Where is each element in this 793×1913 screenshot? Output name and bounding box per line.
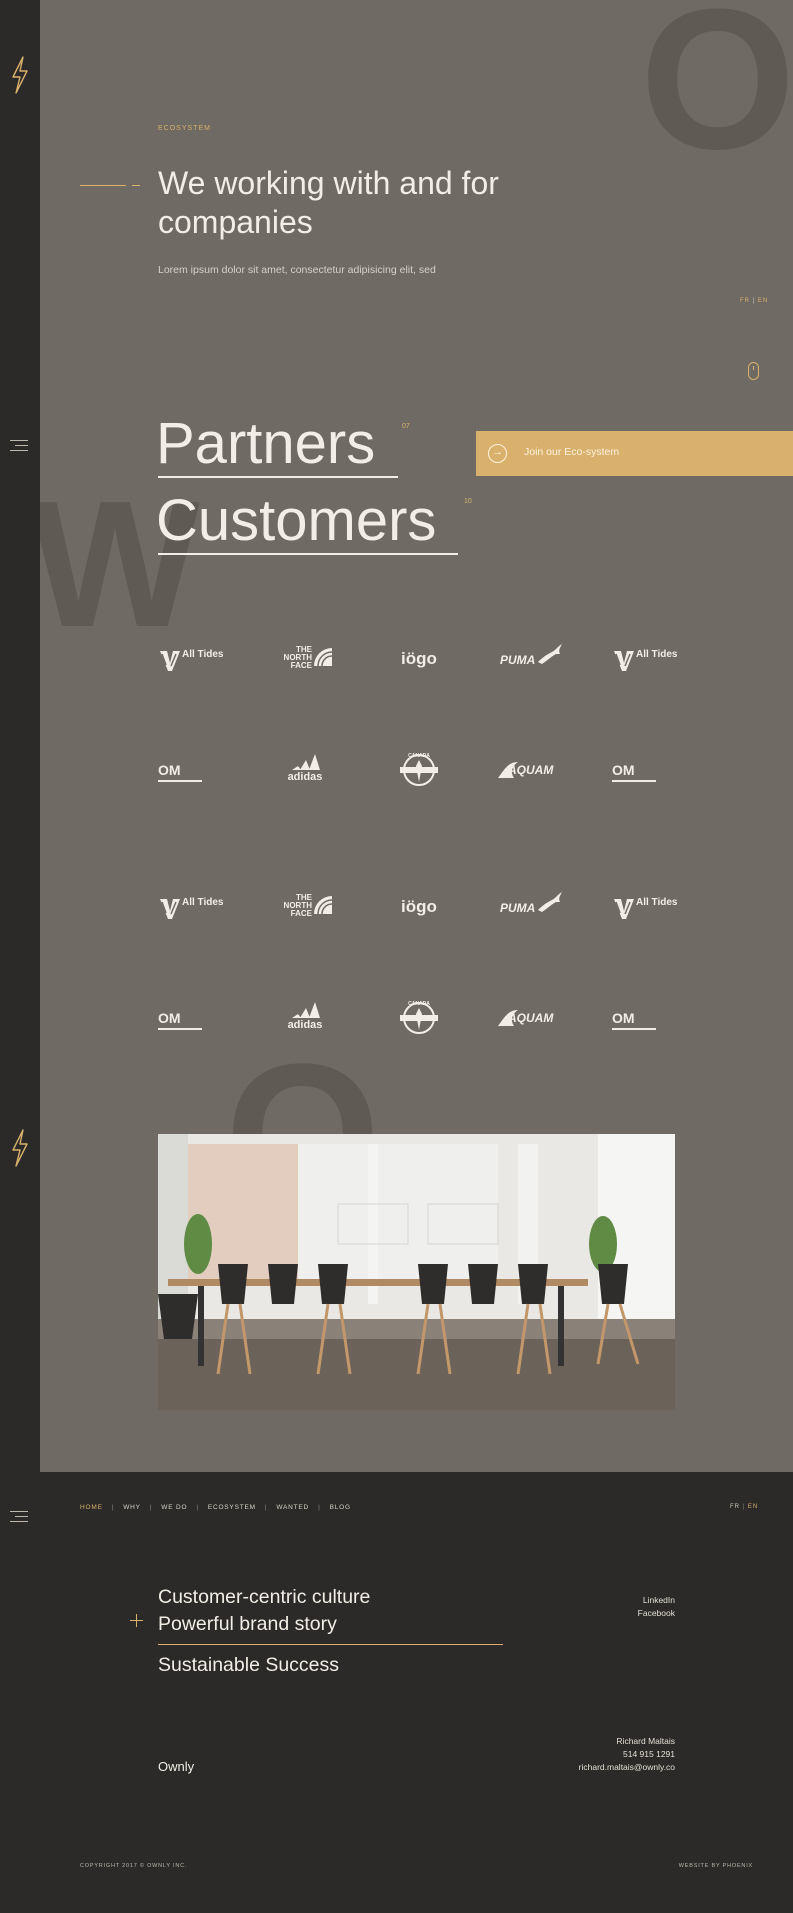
contact-phone[interactable]: 514 915 1291 [579,1748,675,1761]
lang-fr[interactable]: FR [740,298,750,304]
contact-info: Richard Maltais 514 915 1291 richard.mal… [579,1735,675,1774]
logo-north-face: THE NORTH FACE [270,886,340,922]
logo-text: AQUAM [508,1011,554,1025]
scroll-mouse-icon[interactable] [748,362,759,380]
office-photo [158,1134,675,1410]
background-letter: O [640,0,793,191]
contact-email[interactable]: richard.maltais@ownly.co [579,1761,675,1774]
partners-count: 07 [402,423,410,430]
join-ecosystem-button[interactable]: Join our Eco-system [476,431,793,476]
side-rail [0,0,40,1913]
nav-item-wanted[interactable]: WANTED [276,1504,309,1511]
logo-text: PUMA [500,901,536,915]
partners-heading[interactable]: Partners [156,411,398,478]
nav-item-why[interactable]: WHY [123,1504,141,1511]
plus-icon[interactable] [130,1614,143,1627]
logo-all-tides: All Tides [158,641,228,677]
logo-om: OM [612,1006,682,1042]
partners-label: Partners [156,411,376,476]
lang-en[interactable]: EN [758,298,768,304]
logo-text: iögo [401,897,437,916]
logo-text: All Tides [636,897,678,908]
lang-fr[interactable]: FR [730,1504,740,1510]
accent-divider [158,1644,503,1645]
underline [158,553,458,555]
lang-en[interactable]: EN [748,1504,758,1510]
logo-aquam: AQUAM [498,754,568,790]
logo-text: OM [612,1010,635,1026]
logo-text: CANADA [408,1001,430,1007]
logo-puma: PUMA [498,638,568,674]
logo-text: OM [158,762,181,778]
logo-aquam: AQUAM [498,1002,568,1038]
logo-text: All Tides [636,649,678,660]
page-title: We working with and for companies [158,165,499,240]
logo-text: iögo [401,649,437,668]
logo-text: adidas [287,771,323,783]
logo-text: All Tides [182,649,224,660]
customers-label: Customers [156,488,437,553]
footer: HOME | WHY | WE DO | ECOSYSTEM | WANTED … [40,1472,793,1913]
bolt-icon[interactable] [9,55,31,95]
arrow-right-icon [488,444,507,463]
customers-heading[interactable]: Customers [156,488,458,555]
footer-nav: HOME | WHY | WE DO | ECOSYSTEM | WANTED … [80,1504,351,1511]
lang-separator: | [752,298,756,304]
culture-item: Sustainable Success [158,1654,340,1676]
section-eyebrow: ECOSYSTEM [158,125,211,132]
culture-item: Customer-centric culture [158,1586,371,1608]
social-links: LinkedIn Facebook [638,1594,675,1620]
logo-om: OM [158,1006,228,1042]
nav-item-ecosystem[interactable]: ECOSYSTEM [208,1504,256,1511]
logo-om: OM [612,758,682,794]
logo-all-tides: All Tides [612,889,682,925]
logo-north-face: THE NORTH FACE [270,638,340,674]
logo-text: adidas [287,1019,323,1031]
logo-adidas: adidas [270,1000,340,1036]
menu-icon[interactable] [10,1511,28,1523]
footer-language-switch: FR | EN [730,1504,758,1510]
lang-separator: | [742,1504,746,1510]
linkedin-link[interactable]: LinkedIn [638,1594,675,1607]
culture-item: Powerful brand story [158,1613,337,1635]
underline [158,476,398,478]
hero-section: O W O ECOSYSTEM We working with and for … [40,0,793,1472]
language-switch: FR | EN [740,298,768,304]
credit-link[interactable]: WEBSITE BY PHOENIX [679,1863,753,1869]
copyright: COPYRIGHT 2017 © OWNLY INC. [80,1863,188,1869]
logo-all-tides: All Tides [612,641,682,677]
bolt-icon[interactable] [9,1128,31,1168]
logo-text: THE NORTH FACE [283,645,312,670]
logo-om: OM [158,758,228,794]
logo-puma: PUMA [498,886,568,922]
logo-canada: CANADA [384,752,454,788]
nav-item-home[interactable]: HOME [80,1504,103,1511]
lead-text: Lorem ipsum dolor sit amet, consectetur … [158,264,436,276]
customers-count: 10 [464,498,472,505]
logo-iogo: iögo [384,641,454,677]
facebook-link[interactable]: Facebook [638,1607,675,1620]
logo-adidas: adidas [270,752,340,788]
contact-name: Richard Maltais [616,1736,675,1746]
logo-text: All Tides [182,897,224,908]
logo-canada: CANADA [384,1000,454,1036]
logo-text: PUMA [500,653,536,667]
nav-item-we-do[interactable]: WE DO [161,1504,187,1511]
menu-icon[interactable] [10,440,28,452]
logo-text: OM [612,762,635,778]
logo-all-tides: All Tides [158,889,228,925]
logo-text: OM [158,1010,181,1026]
logo-iogo: iögo [384,889,454,925]
nav-item-blog[interactable]: BLOG [330,1504,351,1511]
brand-name: Ownly [158,1759,195,1774]
accent-dash [132,185,140,186]
logo-text: AQUAM [508,763,554,777]
cta-label: Join our Eco-system [524,446,620,458]
logo-text: CANADA [408,753,430,759]
accent-dash [80,185,126,186]
logo-text: THE NORTH FACE [283,893,312,918]
